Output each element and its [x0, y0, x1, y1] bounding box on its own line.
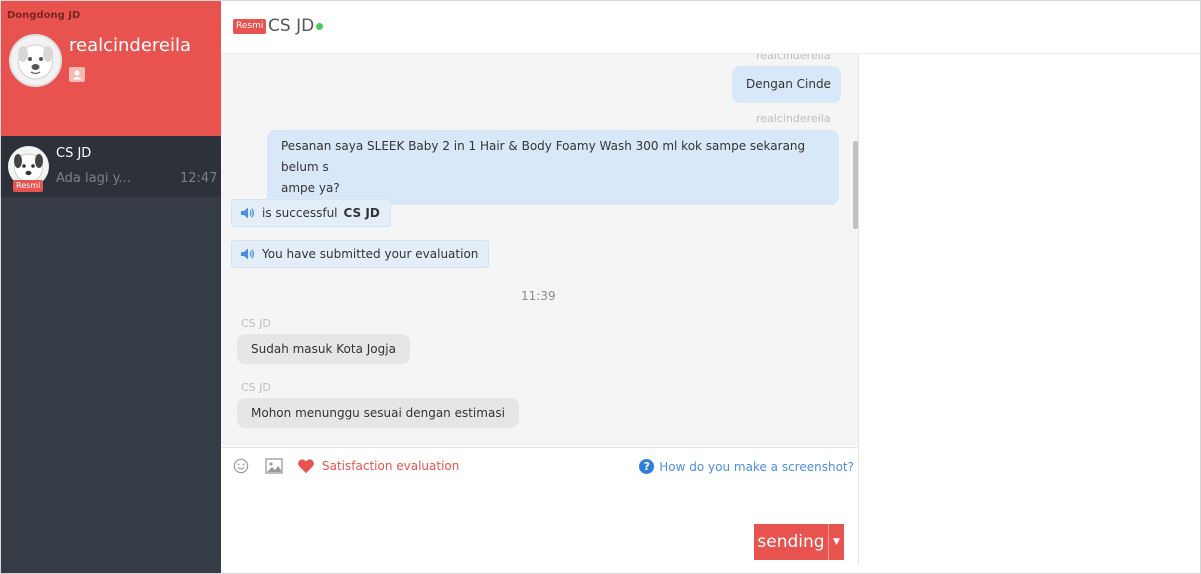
- time-divider: 11:39: [521, 289, 556, 303]
- online-status-dot: [316, 23, 323, 30]
- user-avatar[interactable]: [9, 34, 62, 87]
- help-label: How do you make a screenshot?: [659, 459, 854, 474]
- message-bubble-received: Sudah masuk Kota Jogja: [237, 334, 410, 364]
- conversation-preview: Ada lagi y...: [56, 171, 131, 186]
- username: realcindereila: [69, 35, 192, 56]
- chat-header: Resmi CS JD: [221, 1, 1200, 54]
- speaker-icon: [241, 248, 255, 260]
- input-toolbar: Satisfaction evaluation ? How do you mak…: [221, 447, 858, 483]
- conversation-item[interactable]: Resmi CS JD Ada lagi y... 12:47: [1, 136, 221, 197]
- message-list[interactable]: realcindereila Dengan Cinde realcinderei…: [221, 54, 858, 446]
- message-bubble-sent: Dengan Cinde: [732, 66, 841, 103]
- conversation-name: CS JD: [56, 146, 92, 161]
- sender-name: realcindereila: [756, 54, 831, 62]
- contact-card-icon[interactable]: [69, 67, 85, 82]
- official-badge: Resmi: [233, 19, 267, 34]
- sidebar: Dongdong JD realcindereila Resmi CS JD A…: [1, 1, 221, 573]
- question-icon: ?: [639, 459, 655, 474]
- heart-icon[interactable]: [296, 458, 316, 474]
- message-bubble-received: Mohon menunggu sesuai dengan estimasi: [237, 398, 519, 428]
- conversation-time: 12:47: [180, 171, 218, 186]
- sender-name: CS JD: [241, 381, 271, 394]
- satisfaction-evaluation-link[interactable]: Satisfaction evaluation: [322, 459, 459, 473]
- system-message: You have submitted your evaluation: [231, 240, 490, 268]
- send-button[interactable]: sending: [754, 524, 828, 560]
- smiley-icon[interactable]: [232, 458, 250, 474]
- system-message: is successful CS JD: [231, 199, 391, 227]
- profile-panel: Dongdong JD realcindereila: [1, 1, 221, 136]
- official-badge: Resmi: [13, 180, 44, 192]
- side-info-panel: [859, 54, 1200, 573]
- dog-avatar-icon: [18, 44, 53, 80]
- message-line: ampe ya?: [281, 181, 340, 195]
- app-name: Dongdong JD: [7, 10, 81, 21]
- screenshot-help-link[interactable]: ? How do you make a screenshot?: [639, 459, 854, 474]
- system-message-text: is successful: [262, 206, 338, 220]
- send-options-dropdown[interactable]: ▼: [828, 524, 844, 560]
- image-icon[interactable]: [265, 458, 283, 474]
- message-line: Pesanan saya SLEEK Baby 2 in 1 Hair & Bo…: [281, 139, 806, 174]
- chat-window: Dongdong JD realcindereila Resmi CS JD A…: [0, 0, 1201, 574]
- speaker-icon: [241, 207, 255, 219]
- message-bubble-sent: Pesanan saya SLEEK Baby 2 in 1 Hair & Bo…: [267, 130, 839, 205]
- system-message-text: You have submitted your evaluation: [262, 247, 479, 261]
- system-message-agent: CS JD: [343, 206, 380, 220]
- caret-down-icon: ▼: [833, 537, 840, 547]
- chat-title: CS JD: [268, 16, 315, 36]
- sender-name: CS JD: [241, 317, 271, 330]
- sender-name: realcindereila: [756, 112, 831, 125]
